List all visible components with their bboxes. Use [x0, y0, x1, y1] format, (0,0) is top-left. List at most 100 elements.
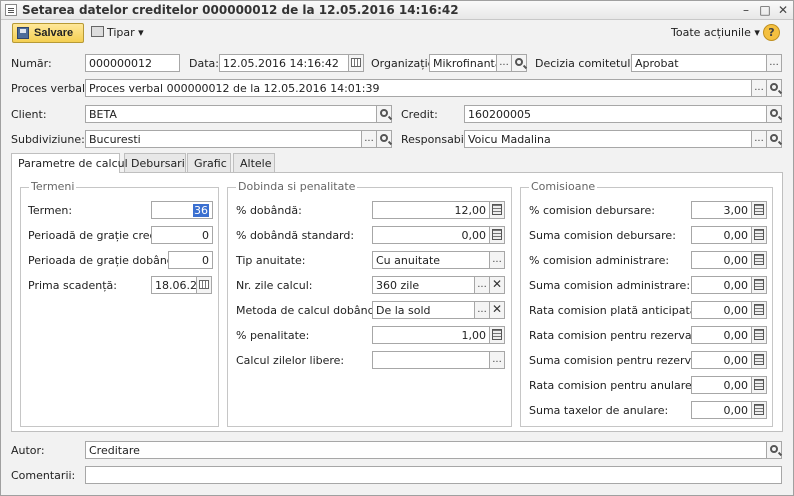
clear-icon: ✕: [491, 302, 503, 316]
decizia-select-button[interactable]: ...: [766, 54, 782, 72]
comision-row-field[interactable]: 0,00: [691, 401, 752, 419]
nr-zile-clear-button[interactable]: ✕: [489, 276, 505, 294]
dobinda-title: Dobinda si penalitate: [236, 180, 358, 193]
dobanda-field[interactable]: 12,00: [372, 201, 490, 219]
proces-verbal-field[interactable]: Proces verbal 000000012 de la 12.05.2016…: [85, 79, 752, 97]
maximize-button[interactable]: □: [756, 2, 774, 18]
credit-field[interactable]: 160200005: [464, 105, 767, 123]
comision-calculator-button[interactable]: [751, 326, 767, 344]
calculator-icon: [492, 204, 502, 215]
nr-zile-label: Nr. zile calcul:: [236, 279, 313, 292]
organizatie-search-button[interactable]: [511, 54, 527, 72]
tab-altele[interactable]: Altele: [233, 153, 275, 172]
tip-anuitate-field[interactable]: Cu anuitate: [372, 251, 490, 269]
gratie-dobanda-field[interactable]: 0: [168, 251, 213, 269]
data-field[interactable]: 12.05.2016 14:16:42: [219, 54, 349, 72]
comision-calculator-button[interactable]: [751, 276, 767, 294]
title-bar: Setarea datelor creditelor 000000012 de …: [1, 1, 793, 20]
responsabil-search-button[interactable]: [766, 130, 782, 148]
dobanda-standard-calculator-button[interactable]: [489, 226, 505, 244]
comision-row-field[interactable]: 0,00: [691, 301, 752, 319]
calculator-icon: [754, 354, 764, 365]
tab-grafic[interactable]: Grafic: [187, 153, 231, 172]
help-icon[interactable]: ?: [763, 24, 780, 41]
organizatie-select-button[interactable]: ...: [496, 54, 512, 72]
comision-row-field[interactable]: 3,00: [691, 201, 752, 219]
tip-anuitate-label: Tip anuitate:: [236, 254, 306, 267]
comision-calculator-button[interactable]: [751, 251, 767, 269]
subdiviziune-field[interactable]: Bucuresti: [85, 130, 362, 148]
comision-row-field[interactable]: 0,00: [691, 376, 752, 394]
termen-field[interactable]: 36: [151, 201, 213, 219]
tab-debursari[interactable]: Debursari: [124, 153, 186, 172]
prima-scadenta-label: Prima scadență:: [28, 279, 117, 292]
autor-search-button[interactable]: [766, 441, 782, 459]
calculator-icon: [754, 229, 764, 240]
credit-settings-window: Setarea datelor creditelor 000000012 de …: [0, 0, 794, 496]
dobinda-group: Dobinda si penalitate % dobândă: 12,00 %…: [227, 180, 512, 427]
proces-verbal-select-button[interactable]: ...: [751, 79, 767, 97]
gratie-credit-field[interactable]: 0: [151, 226, 213, 244]
penalitate-field[interactable]: 1,00: [372, 326, 490, 344]
comision-calculator-button[interactable]: [751, 376, 767, 394]
comision-calculator-button[interactable]: [751, 201, 767, 219]
comision-calculator-button[interactable]: [751, 301, 767, 319]
credit-search-button[interactable]: [766, 105, 782, 123]
comentarii-field[interactable]: [85, 466, 782, 484]
comision-row-field[interactable]: 0,00: [691, 226, 752, 244]
decizia-label: Decizia comitetului:: [535, 57, 645, 70]
comision-row-label: Rata comision pentru rezervare:: [529, 329, 707, 342]
comision-calculator-button[interactable]: [751, 351, 767, 369]
prima-scadenta-calendar-button[interactable]: [196, 276, 212, 294]
comision-row-field[interactable]: 0,00: [691, 276, 752, 294]
comision-row-field[interactable]: 0,00: [691, 326, 752, 344]
close-button[interactable]: ✕: [774, 2, 792, 18]
comision-calculator-button[interactable]: [751, 401, 767, 419]
nr-zile-field[interactable]: 360 zile: [372, 276, 475, 294]
credit-label: Credit:: [401, 108, 438, 121]
termeni-title: Termeni: [29, 180, 77, 193]
dobanda-calculator-button[interactable]: [489, 201, 505, 219]
zile-libere-select-button[interactable]: ...: [489, 351, 505, 369]
comision-row-label: Rata comision plată anticipată:: [529, 304, 701, 317]
print-button[interactable]: Tipar ▾: [91, 26, 144, 39]
metoda-field[interactable]: De la sold: [372, 301, 475, 319]
metoda-select-button[interactable]: ...: [474, 301, 490, 319]
calculator-icon: [754, 254, 764, 265]
subdiviziune-select-button[interactable]: ...: [361, 130, 377, 148]
client-field[interactable]: BETA: [85, 105, 377, 123]
subdiviziune-search-button[interactable]: [376, 130, 392, 148]
minimize-button[interactable]: –: [737, 2, 755, 18]
decizia-field[interactable]: Aprobat: [631, 54, 767, 72]
tab-parametre-de-calcul[interactable]: Parametre de calcul: [11, 153, 128, 173]
calculator-icon: [754, 329, 764, 340]
comision-row-label: Rata comision pentru anulare:: [529, 379, 696, 392]
comision-row-field[interactable]: 0,00: [691, 251, 752, 269]
calendar-icon: [199, 280, 209, 289]
comision-row-field[interactable]: 0,00: [691, 351, 752, 369]
penalitate-calculator-button[interactable]: [489, 326, 505, 344]
responsabil-select-button[interactable]: ...: [751, 130, 767, 148]
calendar-button[interactable]: [348, 54, 364, 72]
comision-row-label: % comision debursare:: [529, 204, 655, 217]
numar-field[interactable]: 000000012: [85, 54, 180, 72]
nr-zile-select-button[interactable]: ...: [474, 276, 490, 294]
autor-field[interactable]: Creditare: [85, 441, 767, 459]
comision-calculator-button[interactable]: [751, 226, 767, 244]
autor-label: Autor:: [11, 444, 45, 457]
all-actions-menu[interactable]: Toate acțiunile ▾: [671, 26, 760, 39]
prima-scadenta-field[interactable]: 18.06.20: [151, 276, 197, 294]
numar-label: Număr:: [11, 57, 52, 70]
save-button[interactable]: Salvare: [12, 23, 84, 43]
tip-anuitate-select-button[interactable]: ...: [489, 251, 505, 269]
proces-verbal-search-button[interactable]: [766, 79, 782, 97]
organizatie-field[interactable]: Mikrofinantare: [429, 54, 497, 72]
client-search-button[interactable]: [376, 105, 392, 123]
penalitate-label: % penalitate:: [236, 329, 310, 342]
dobanda-standard-field[interactable]: 0,00: [372, 226, 490, 244]
comision-row-label: Suma comision debursare:: [529, 229, 676, 242]
responsabil-field[interactable]: Voicu Madalina: [464, 130, 752, 148]
calculator-icon: [492, 229, 502, 240]
metoda-clear-button[interactable]: ✕: [489, 301, 505, 319]
zile-libere-field[interactable]: [372, 351, 490, 369]
